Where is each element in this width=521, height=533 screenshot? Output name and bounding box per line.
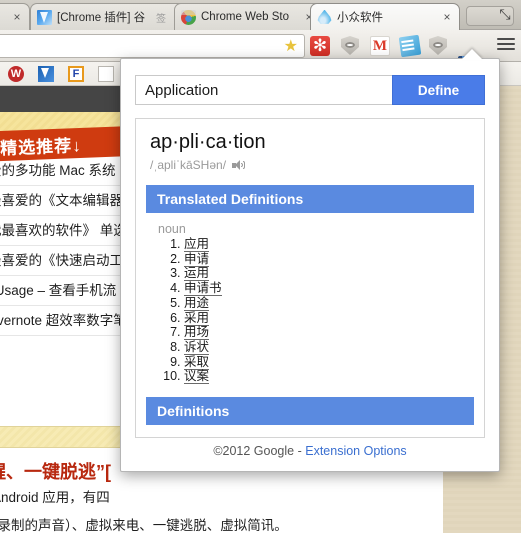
speaker-icon[interactable] <box>232 159 245 171</box>
bookmark-f-icon[interactable]: F <box>68 66 84 82</box>
tab-3-close-icon[interactable]: × <box>441 11 453 23</box>
bookmark-page-icon[interactable] <box>98 66 114 82</box>
tab-2-title: Chrome Web Sto <box>201 11 289 23</box>
phonetic-text: /ˌapliˈkāSHən/ <box>150 158 227 172</box>
tab-2[interactable]: Chrome Web Sto × <box>174 3 322 30</box>
section-header-translated: Translated Definitions <box>146 185 474 213</box>
dictionary-popup: Define ap·pli·ca·tion /ˌapliˈkāSHən/ Tra… <box>120 49 500 472</box>
bookmark-star-icon[interactable]: ★ <box>284 38 298 56</box>
definition-term[interactable]: 议案 <box>184 369 210 385</box>
window-expand-icon[interactable]: ⤡ <box>495 5 515 23</box>
chrome-webstore-icon <box>181 9 196 25</box>
list-item: 诉状 <box>184 339 484 355</box>
bookmark-w-icon[interactable]: W <box>8 66 24 82</box>
part-of-speech: noun <box>158 222 186 236</box>
definition-term[interactable]: 用场 <box>184 325 210 341</box>
definition-term[interactable]: 用途 <box>184 295 210 311</box>
list-item: 议案 <box>184 369 484 385</box>
headword: ap·pli·ca·tion <box>150 131 266 153</box>
article-paragraph: 先录制的声音）、虚拟来电、一键逃脱、虚拟简讯。 <box>0 518 288 533</box>
list-item-label: Evernote 超效率数字笔 <box>0 313 127 328</box>
shield-extension-icon[interactable] <box>341 36 361 56</box>
definition-term[interactable]: 采取 <box>184 354 210 370</box>
list-item-label: 我最喜欢的软件》 单选 <box>0 223 127 238</box>
article-paragraph: Android 应用，有四 <box>0 490 110 505</box>
tab-0[interactable]: × <box>0 3 30 30</box>
phonetic-row: /ˌapliˈkāSHən/ <box>136 154 484 172</box>
tab-0-close-icon[interactable]: × <box>11 11 23 23</box>
definition-term[interactable]: 诉状 <box>184 339 210 355</box>
list-item-label: 最喜爱的《文本编辑器 <box>0 193 123 208</box>
list-item-label: 最喜爱的《快速启动工 <box>0 253 123 268</box>
translated-definition-list: 应用 申请 运用 申请书 用途 采用 用场 诉状 采取 议案 <box>136 237 484 385</box>
definition-term[interactable]: 运用 <box>184 266 210 282</box>
definition-term[interactable]: 采用 <box>184 310 210 326</box>
bookmark-blue-icon[interactable] <box>38 66 54 82</box>
note-extension-icon[interactable] <box>398 34 422 58</box>
define-button[interactable]: Define <box>392 75 485 105</box>
tab-3[interactable]: 小众软件 × <box>310 3 460 30</box>
section-header-definitions: Definitions <box>146 396 474 425</box>
list-item: 申请书 <box>184 281 484 297</box>
popup-arrow <box>461 49 483 60</box>
word-input[interactable] <box>135 75 392 105</box>
gmail-extension-icon[interactable]: M <box>370 36 390 56</box>
list-item-label: 费的多功能 Mac 系统 <box>0 163 116 178</box>
chrome-menu-icon[interactable] <box>497 38 515 54</box>
list-item: 采取 <box>184 354 484 370</box>
list-item: 申请 <box>184 251 484 267</box>
tab-3-title: 小众软件 <box>337 12 383 24</box>
definition-term[interactable]: 申请 <box>184 251 210 267</box>
shield2-extension-icon[interactable] <box>429 36 449 56</box>
definition-card: ap·pli·ca·tion /ˌapliˈkāSHən/ Translated… <box>135 118 485 438</box>
popup-footer: ©2012 Google - Extension Options <box>121 431 499 471</box>
extension-options-link[interactable]: Extension Options <box>305 444 406 458</box>
tab-1-badge: 签 <box>156 13 166 25</box>
chrome-plugin-icon <box>37 9 52 25</box>
copyright-text: ©2012 Google - <box>213 444 302 458</box>
list-item-label: kUsage – 查看手机流 <box>0 283 117 298</box>
list-item: 用场 <box>184 325 484 341</box>
tab-1-title: [Chrome 插件] 谷 <box>57 12 146 24</box>
asterisk-extension-icon[interactable]: ✻ <box>310 36 330 56</box>
list-item: 采用 <box>184 310 484 326</box>
browser-window: × [Chrome 插件] 谷 签 × Chrome Web Sto × 小众软… <box>0 0 521 533</box>
water-drop-icon <box>317 9 332 24</box>
address-bar[interactable]: ★ <box>0 34 305 58</box>
list-item: 运用 <box>184 266 484 282</box>
tab-strip: × [Chrome 插件] 谷 签 × Chrome Web Sto × 小众软… <box>0 0 521 30</box>
definition-term[interactable]: 应用 <box>184 237 210 252</box>
tab-1[interactable]: [Chrome 插件] 谷 签 × <box>30 3 190 30</box>
list-item: 应用 <box>184 237 484 252</box>
list-item: 用途 <box>184 295 484 311</box>
search-row: Define <box>135 75 485 105</box>
definition-term[interactable]: 申请书 <box>184 281 222 297</box>
